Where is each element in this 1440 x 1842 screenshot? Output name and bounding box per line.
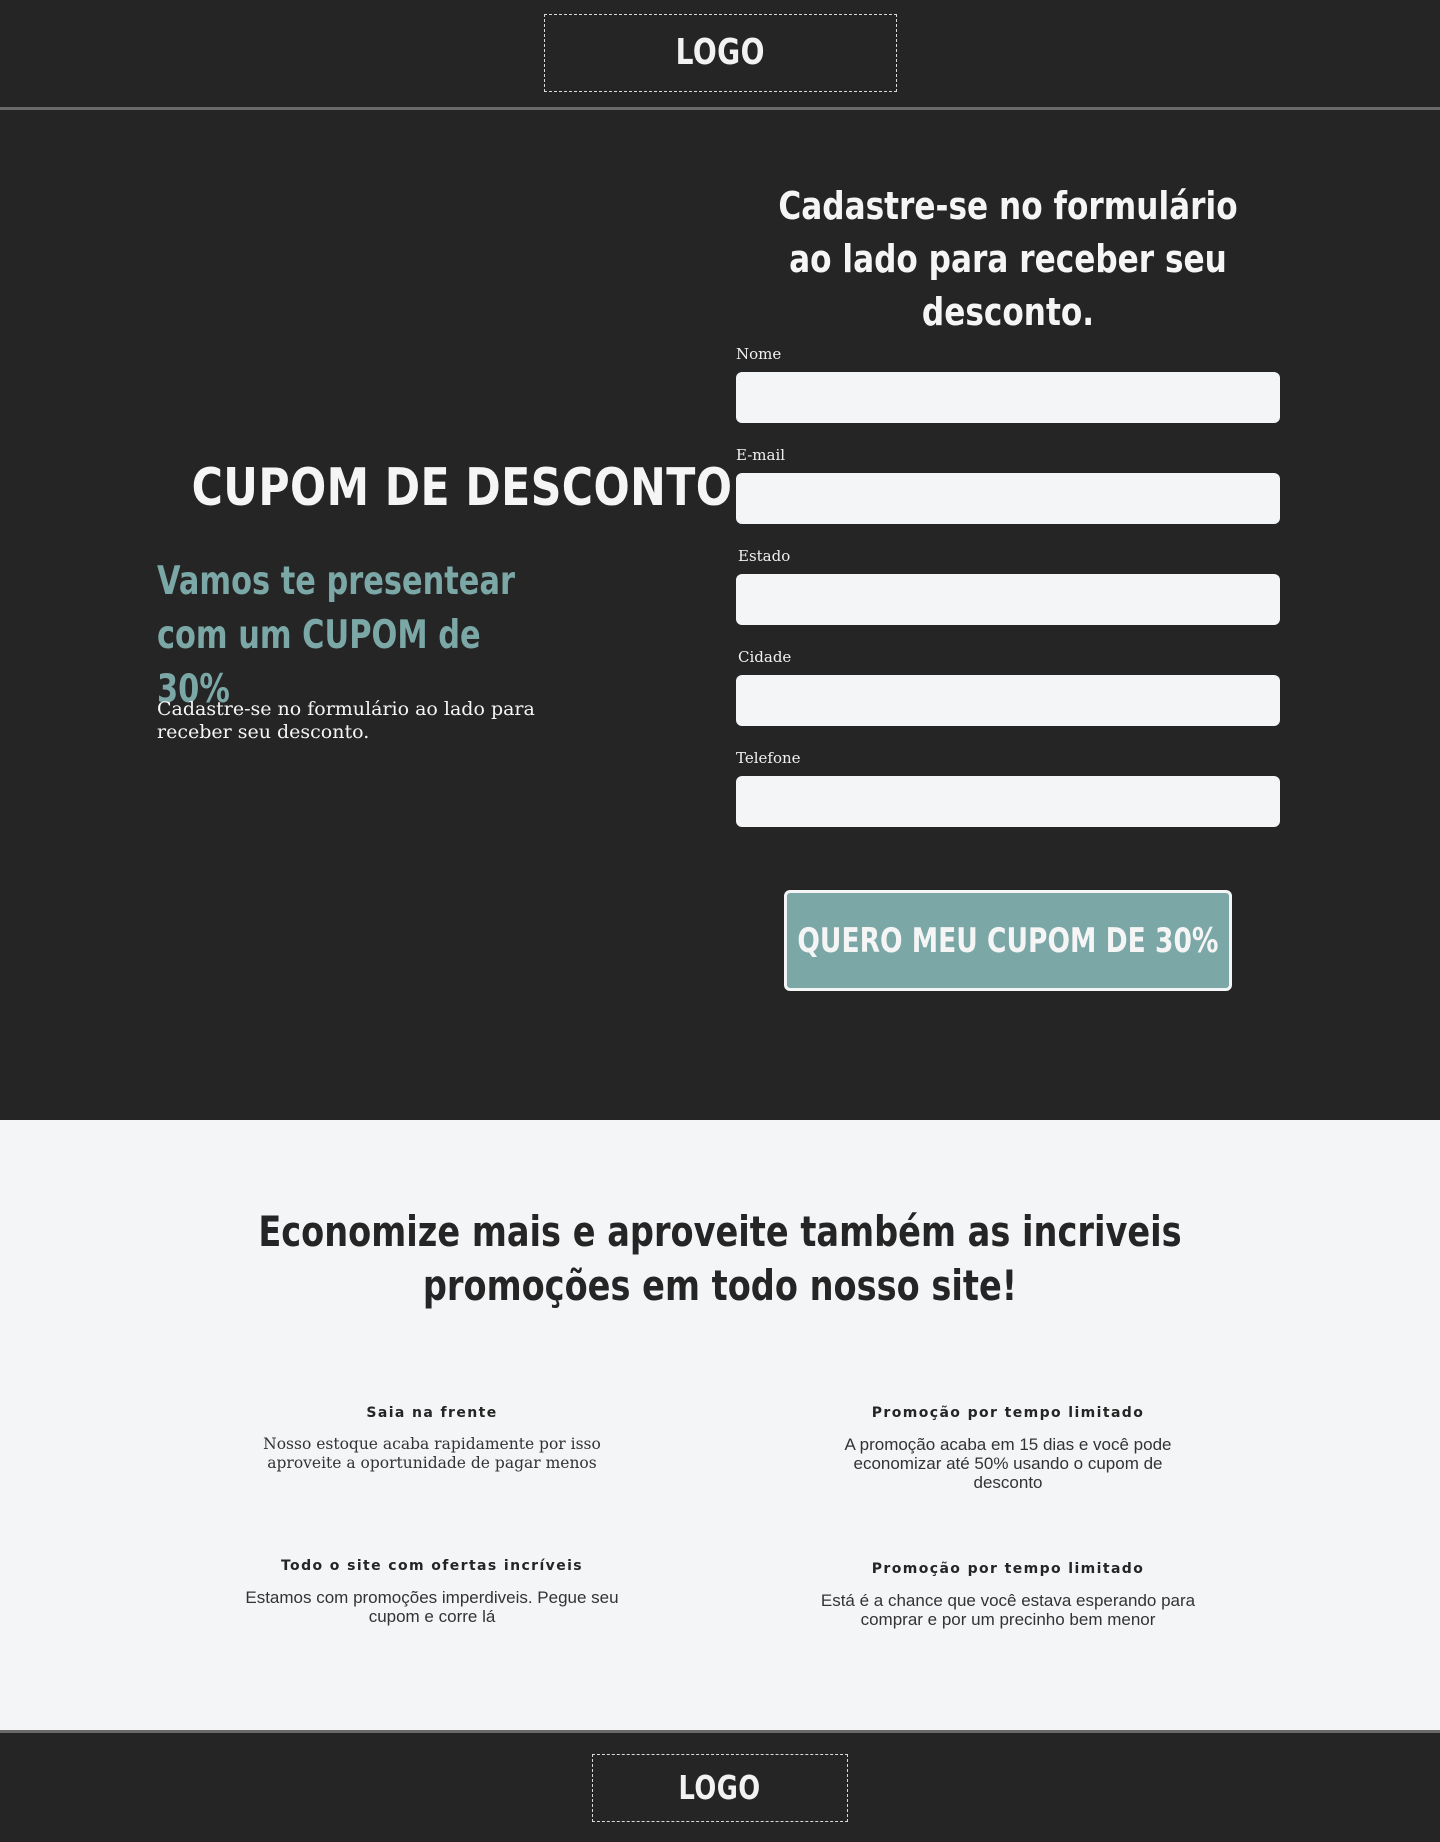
feature-title: Todo o site com ofertas incríveis	[280, 1558, 584, 1574]
site-footer: LOGO	[0, 1730, 1440, 1842]
city-input[interactable]	[736, 675, 1280, 726]
email-label: E-mail	[736, 446, 786, 464]
feature-title: Promoção por tempo limitado	[871, 1561, 1145, 1577]
feature-text: Estamos com promoções imperdiveis. Pegue…	[245, 1588, 619, 1626]
form-heading: Cadastre-se no formulário ao lado para r…	[700, 180, 1316, 339]
feature-title: Promoção por tempo limitado	[871, 1405, 1145, 1421]
email-input[interactable]	[736, 473, 1280, 524]
phone-label: Telefone	[736, 749, 801, 767]
site-header: LOGO	[0, 0, 1440, 110]
feature-item: Promoção por tempo limitado Está é a cha…	[818, 1561, 1198, 1629]
feature-title: Saia na frente	[366, 1405, 498, 1421]
footer-logo[interactable]: LOGO	[592, 1753, 848, 1822]
feature-text: Está é a chance que você estava esperand…	[820, 1591, 1196, 1629]
feature-item: Saia na frente Nosso estoque acaba rapid…	[242, 1405, 622, 1473]
phone-input[interactable]	[736, 776, 1280, 827]
hero-title: CUPOM DE DESCONTO	[191, 458, 733, 518]
header-logo-text: LOGO	[675, 32, 765, 73]
feature-item: Todo o site com ofertas incríveis Estamo…	[242, 1558, 622, 1626]
feature-item: Promoção por tempo limitado A promoção a…	[818, 1405, 1198, 1492]
get-coupon-button-label: QUERO MEU CUPOM DE 30%	[797, 920, 1219, 961]
promo-section: Economize mais e aproveite também as inc…	[0, 1120, 1440, 1730]
header-logo[interactable]: LOGO	[543, 13, 897, 92]
name-input[interactable]	[736, 372, 1280, 423]
hero-description: Cadastre-se no formulário ao lado para r…	[157, 698, 535, 743]
promo-title: Economize mais e aproveite também as inc…	[120, 1205, 1320, 1313]
get-coupon-button[interactable]: QUERO MEU CUPOM DE 30%	[784, 890, 1232, 991]
feature-text: A promoção acaba em 15 dias e você pode …	[844, 1435, 1172, 1492]
city-label: Cidade	[738, 648, 792, 666]
footer-logo-text: LOGO	[679, 1768, 761, 1807]
name-label: Nome	[736, 345, 782, 363]
hero-subtitle: Vamos te presentear com um CUPOM de 30%	[157, 559, 515, 712]
feature-text: Nosso estoque acaba rapidamente por isso…	[263, 1435, 601, 1472]
state-label: Estado	[738, 547, 791, 565]
form-heading-text: Cadastre-se no formulário ao lado para r…	[778, 184, 1238, 334]
hero-section: CUPOM DE DESCONTO Vamos te presentear co…	[0, 110, 1440, 1120]
state-input[interactable]	[736, 574, 1280, 625]
promo-title-text: Economize mais e aproveite também as inc…	[258, 1207, 1182, 1310]
